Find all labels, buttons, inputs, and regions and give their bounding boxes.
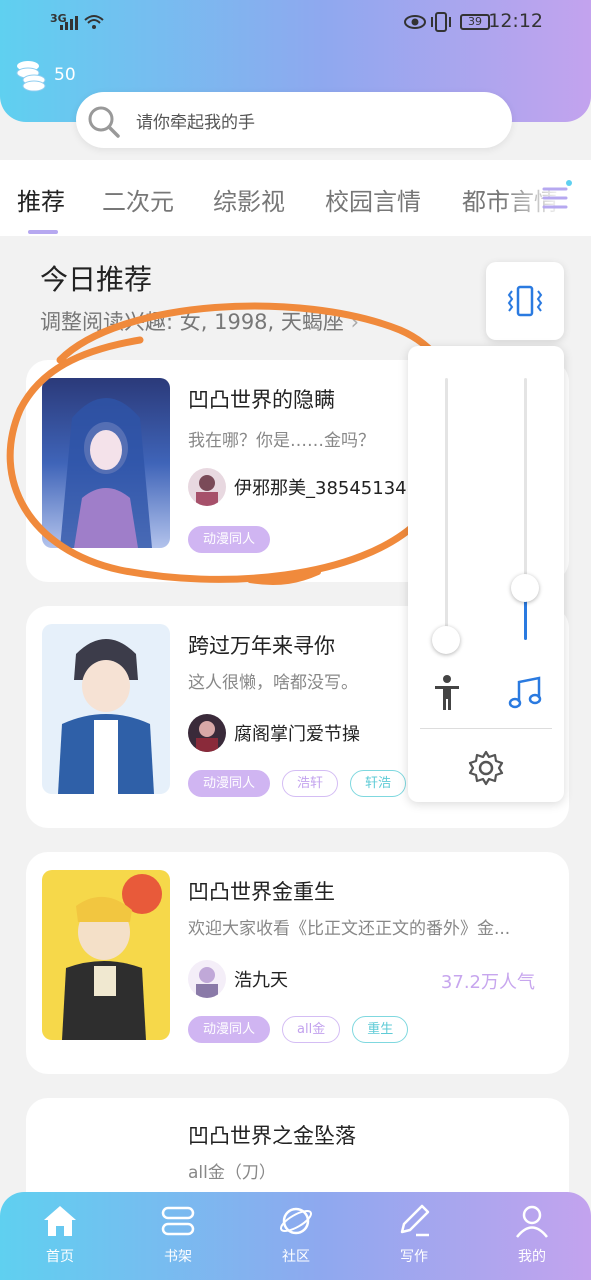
avatar — [188, 468, 226, 506]
book-description: 欢迎大家收看《比正文还正文的番外》金... — [188, 919, 511, 939]
author-name: 伊邪那美_385451343 — [234, 478, 419, 499]
tag-list: 动漫同人 all金 重生 — [188, 1016, 409, 1043]
pen-icon — [400, 1204, 430, 1237]
avatar — [188, 714, 226, 752]
signal-icon — [60, 16, 78, 30]
nav-label: 我的 — [518, 1249, 546, 1265]
interest-text: 调整阅读兴趣: 女, 1998, 天蝎座 — [40, 310, 344, 334]
tag[interactable]: 动漫同人 — [188, 526, 271, 553]
eye-icon — [404, 15, 426, 29]
category-menu-icon[interactable] — [540, 178, 576, 214]
adjust-interest-link[interactable]: 调整阅读兴趣: 女, 1998, 天蝎座 › — [40, 306, 359, 336]
author-row[interactable]: 伊邪那美_385451343 — [188, 468, 418, 506]
nav-label: 写作 — [400, 1249, 428, 1265]
battery-indicator: 39 — [460, 14, 490, 30]
book-description: all金（刀） — [188, 1163, 276, 1183]
tab-recommend[interactable]: 推荐 — [17, 182, 65, 217]
tag-list: 动漫同人 浩轩 轩浩 — [188, 770, 407, 797]
nav-bookshelf[interactable]: 书架 — [138, 1204, 218, 1266]
planet-icon — [279, 1207, 313, 1235]
tab-campus-romance[interactable]: 校园言情 — [325, 182, 421, 217]
tag[interactable]: 浩轩 — [282, 770, 339, 797]
nav-write[interactable]: 写作 — [374, 1204, 454, 1266]
section-title: 今日推荐 — [40, 263, 153, 296]
book-title: 跨过万年来寻你 — [188, 634, 335, 658]
bottom-navigation: 首页 书架 社区 写作 我的 — [0, 1192, 591, 1280]
nav-label: 书架 — [164, 1249, 192, 1265]
book-title: 凹凸世界的隐瞒 — [188, 388, 335, 412]
category-tabs: 推荐 二次元 综影视 校园言情 都市言情 — [0, 160, 591, 236]
coin-amount: 50 — [54, 65, 76, 85]
tag[interactable]: 重生 — [352, 1016, 409, 1043]
tag[interactable]: 动漫同人 — [188, 1016, 271, 1043]
search-icon — [88, 106, 120, 138]
book-cover — [42, 378, 170, 548]
nav-label: 社区 — [282, 1249, 310, 1265]
chevron-right-icon: › — [350, 310, 359, 334]
home-icon — [44, 1206, 76, 1236]
slider-track — [445, 378, 448, 640]
music-note-icon — [508, 676, 542, 709]
book-title: 凹凸世界之金坠落 — [188, 1124, 356, 1148]
tag[interactable]: 动漫同人 — [188, 770, 271, 797]
gear-icon[interactable] — [468, 750, 504, 786]
tab-anime[interactable]: 二次元 — [102, 182, 174, 217]
author-name: 浩九天 — [234, 970, 288, 991]
panel-divider — [420, 728, 552, 729]
nav-home[interactable]: 首页 — [20, 1204, 100, 1266]
volume-panel — [408, 346, 564, 802]
tag[interactable]: 轩浩 — [350, 770, 407, 797]
tab-film-tv[interactable]: 综影视 — [213, 182, 285, 217]
nav-community[interactable]: 社区 — [256, 1204, 336, 1266]
person-icon — [516, 1205, 548, 1238]
coin-stack-icon — [16, 61, 46, 92]
bookshelf-icon — [161, 1206, 195, 1236]
author-row[interactable]: 浩九天 — [188, 960, 288, 998]
vibrate-status-icon — [431, 12, 451, 32]
accessibility-person-icon — [435, 675, 459, 710]
book-title: 凹凸世界金重生 — [188, 880, 335, 904]
author-name: 腐阁掌门爱节操 — [234, 724, 360, 745]
vibrate-mode-button[interactable] — [486, 262, 564, 340]
status-bar: 3G 39 12:12 — [0, 0, 591, 46]
active-tab-indicator — [28, 230, 58, 234]
nav-label: 首页 — [46, 1249, 74, 1265]
slider-thumb[interactable] — [432, 626, 460, 654]
coin-balance[interactable]: 50 — [16, 58, 76, 92]
wifi-icon — [84, 15, 104, 29]
book-description: 这人很懒，啥都没写。 — [188, 673, 358, 693]
nav-me[interactable]: 我的 — [492, 1204, 572, 1266]
book-cover — [42, 870, 170, 1040]
search-bar[interactable]: 请你牵起我的手 — [76, 92, 512, 148]
slider-thumb[interactable] — [511, 574, 539, 602]
book-description: 我在哪？你是……金吗？ — [188, 431, 375, 451]
vibrate-icon — [507, 285, 543, 317]
avatar — [188, 960, 226, 998]
book-card[interactable]: 凹凸世界金重生 欢迎大家收看《比正文还正文的番外》金... 浩九天 37.2万人… — [26, 852, 569, 1074]
tag-list: 动漫同人 — [188, 526, 271, 553]
clock: 12:12 — [488, 10, 543, 32]
search-placeholder: 请你牵起我的手 — [136, 112, 255, 133]
popularity-count: 37.2万人气 — [440, 972, 535, 993]
tag[interactable]: all金 — [282, 1016, 341, 1043]
author-row[interactable]: 腐阁掌门爱节操 — [188, 714, 360, 752]
book-cover — [42, 624, 170, 794]
